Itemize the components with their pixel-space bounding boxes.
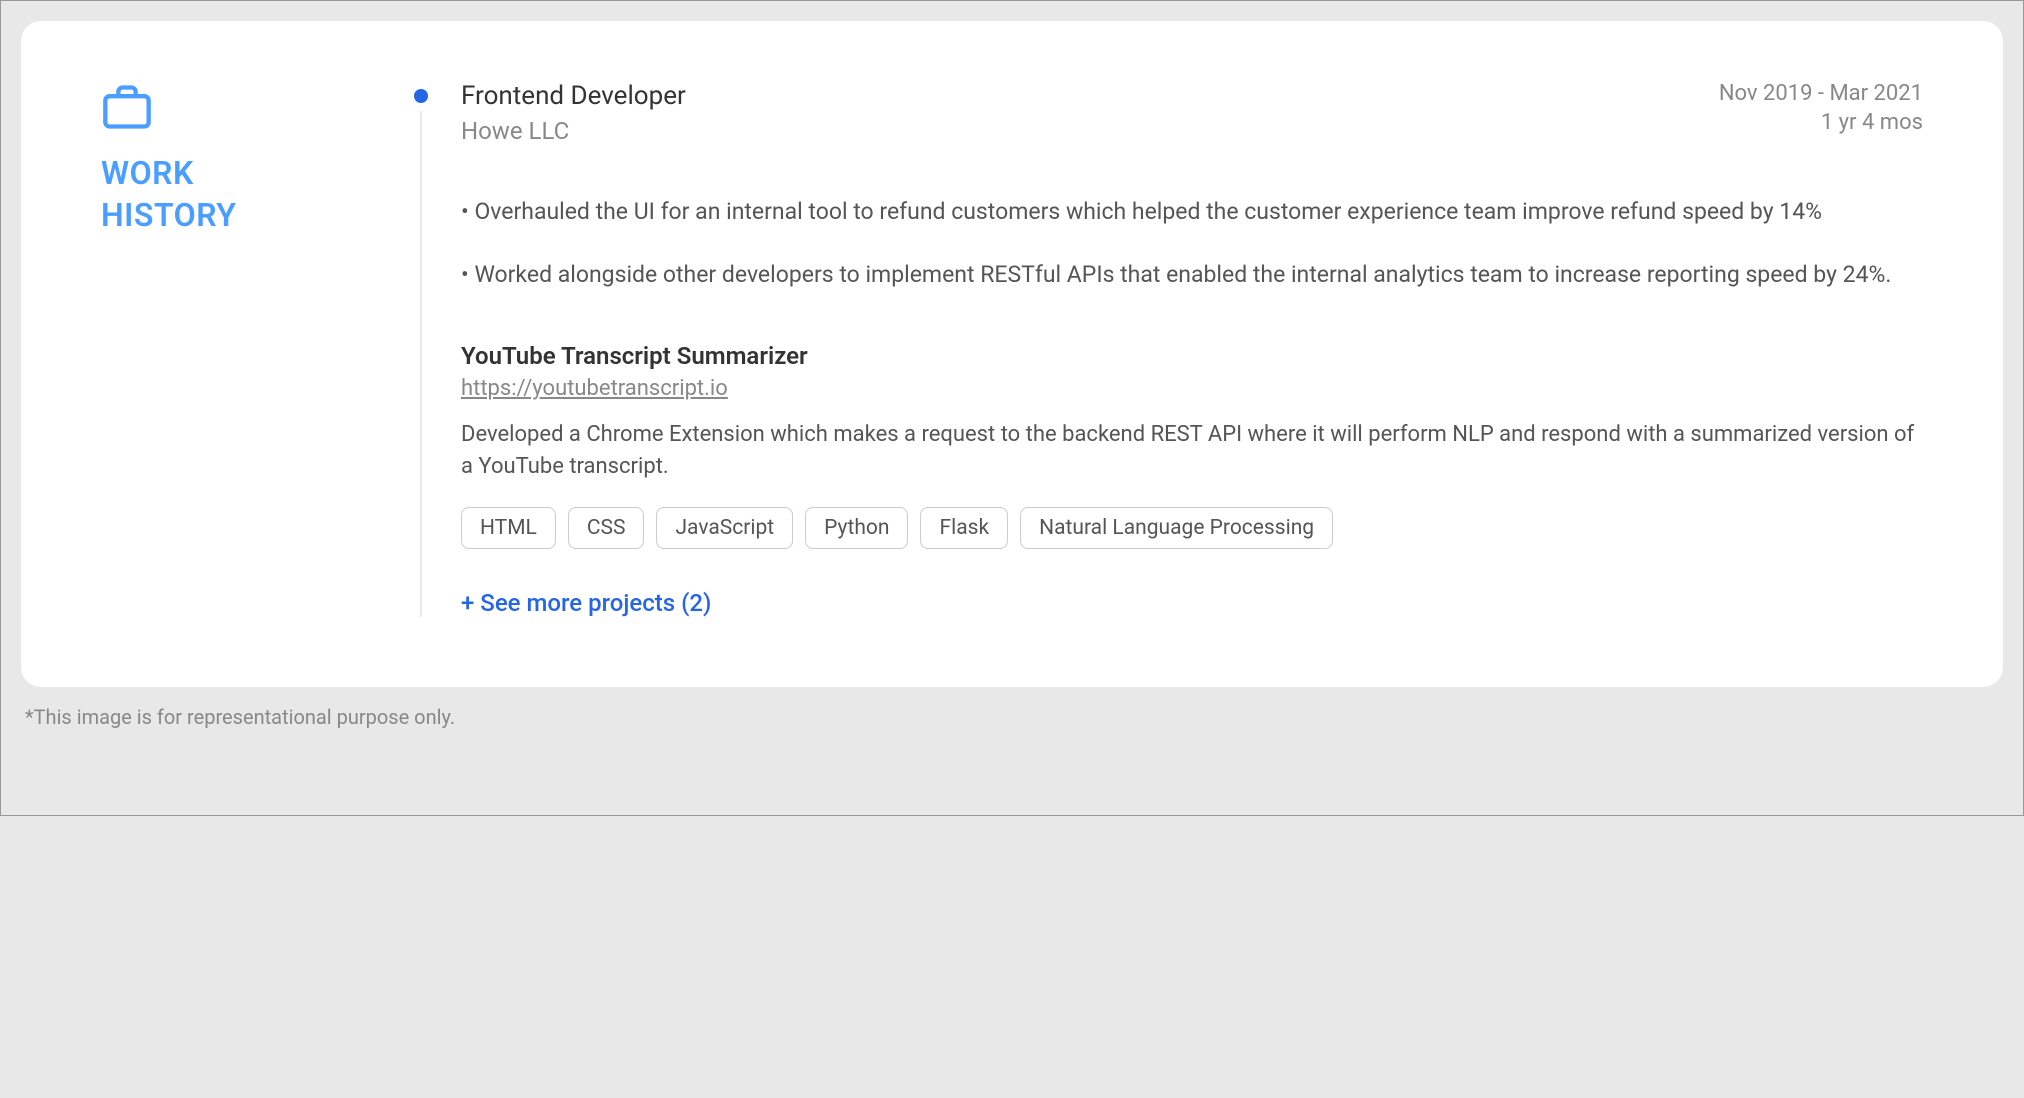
section-title: WORK HISTORY	[101, 153, 401, 236]
duration: 1 yr 4 mos	[1719, 110, 1923, 135]
date-range: Nov 2019 - Mar 2021	[1719, 81, 1923, 106]
company-name: Howe LLC	[461, 117, 686, 145]
bullet-item: • Overhauled the UI for an internal tool…	[461, 195, 1923, 230]
project-block: YouTube Transcript Summarizer https://yo…	[461, 342, 1923, 549]
timeline	[401, 81, 441, 617]
tag: Flask	[920, 507, 1008, 549]
job-title-block: Frontend Developer Howe LLC	[461, 81, 686, 145]
project-title: YouTube Transcript Summarizer	[461, 342, 1923, 370]
disclaimer-text: *This image is for representational purp…	[25, 705, 2003, 729]
section-title-line2: HISTORY	[101, 195, 401, 237]
briefcase-icon	[101, 81, 401, 137]
job-bullets: • Overhauled the UI for an internal tool…	[461, 195, 1923, 292]
job-dates: Nov 2019 - Mar 2021 1 yr 4 mos	[1719, 81, 1923, 135]
project-tags: HTML CSS JavaScript Python Flask Natural…	[461, 507, 1923, 549]
work-history-card: WORK HISTORY Frontend Developer Howe LLC…	[21, 21, 2003, 687]
tag: JavaScript	[656, 507, 793, 549]
job-title: Frontend Developer	[461, 81, 686, 111]
project-description: Developed a Chrome Extension which makes…	[461, 419, 1923, 483]
tag: Python	[805, 507, 908, 549]
see-more-projects-button[interactable]: + See more projects (2)	[461, 589, 1923, 617]
tag: Natural Language Processing	[1020, 507, 1333, 549]
project-link[interactable]: https://youtubetranscript.io	[461, 376, 728, 401]
tag: CSS	[568, 507, 645, 549]
job-content: Frontend Developer Howe LLC Nov 2019 - M…	[441, 81, 1923, 617]
bullet-item: • Worked alongside other developers to i…	[461, 258, 1923, 293]
timeline-dot	[414, 89, 428, 103]
tag: HTML	[461, 507, 556, 549]
section-title-line1: WORK	[101, 153, 401, 195]
job-header: Frontend Developer Howe LLC Nov 2019 - M…	[461, 81, 1923, 145]
timeline-line	[420, 111, 422, 617]
sidebar: WORK HISTORY	[101, 81, 401, 617]
